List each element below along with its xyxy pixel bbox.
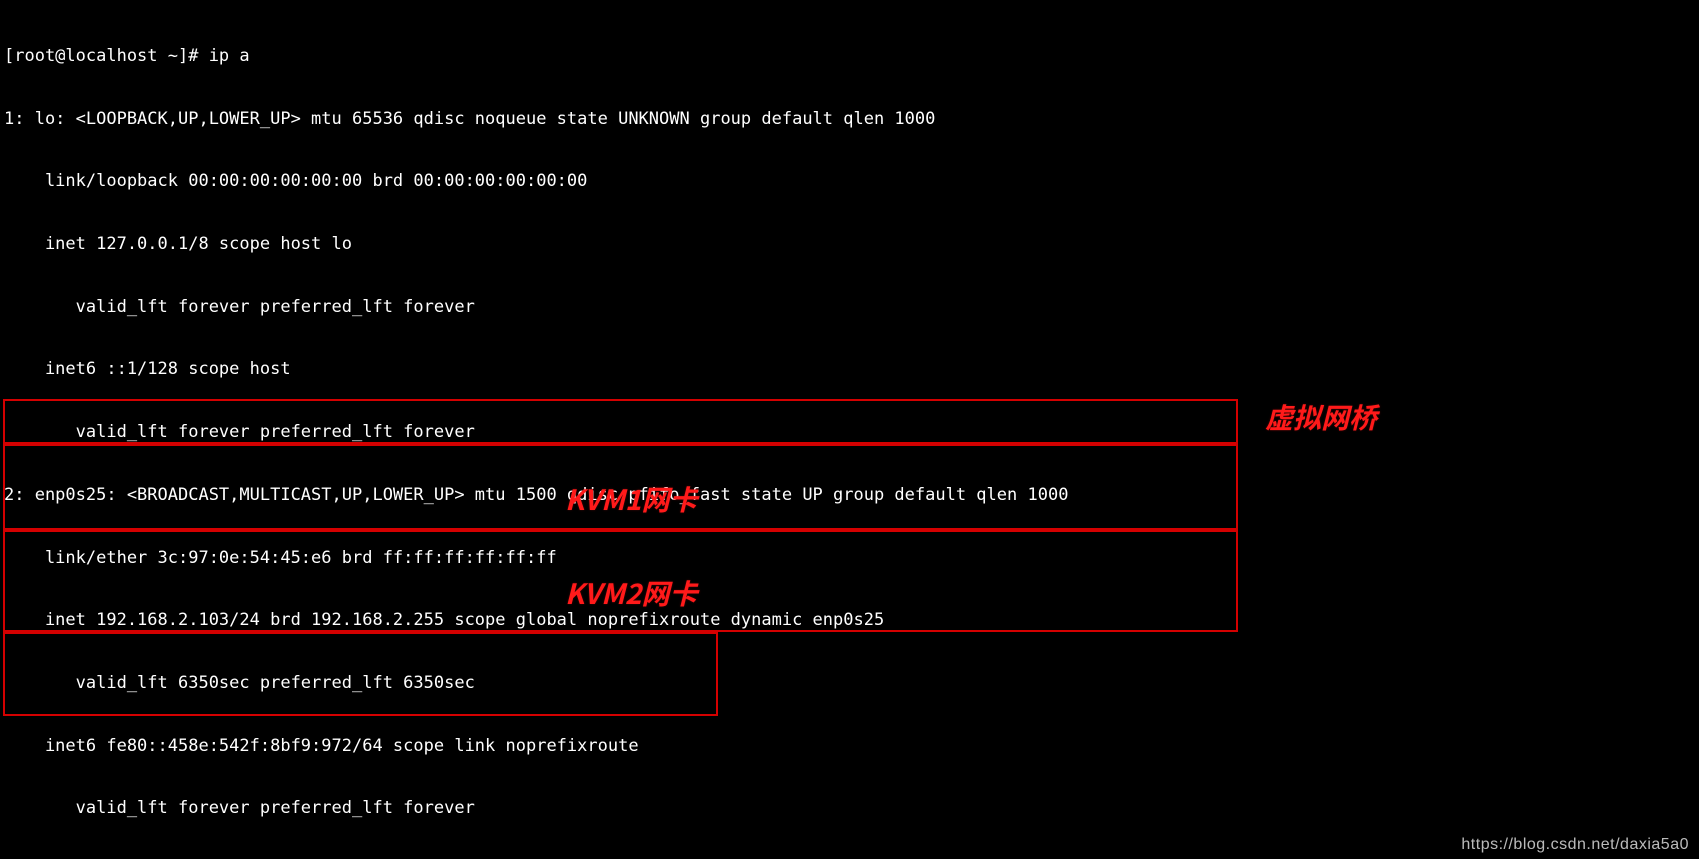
annotation-kvm2-nic: KVM2网卡 xyxy=(565,576,697,610)
prompt-line: [root@localhost ~]# ip a xyxy=(4,46,1242,67)
output-line: 1: lo: <LOOPBACK,UP,LOWER_UP> mtu 65536 … xyxy=(4,109,1242,130)
output-line: valid_lft forever preferred_lft forever xyxy=(4,798,1242,819)
annotation-kvm1-nic: KVM1网卡 xyxy=(565,482,697,516)
highlight-box-virbr0-nic xyxy=(3,399,1238,444)
annotation-virtual-bridge: 虚拟网桥 xyxy=(1265,400,1377,434)
output-line: link/loopback 00:00:00:00:00:00 brd 00:0… xyxy=(4,171,1242,192)
output-line: inet6 ::1/128 scope host xyxy=(4,359,1242,380)
highlight-box-brctl xyxy=(3,632,718,716)
output-line: valid_lft forever preferred_lft forever xyxy=(4,297,1242,318)
output-line: inet6 fe80::458e:542f:8bf9:972/64 scope … xyxy=(4,736,1242,757)
watermark-text: https://blog.csdn.net/daxia5a0 xyxy=(1461,835,1689,855)
output-line: inet 127.0.0.1/8 scope host lo xyxy=(4,234,1242,255)
